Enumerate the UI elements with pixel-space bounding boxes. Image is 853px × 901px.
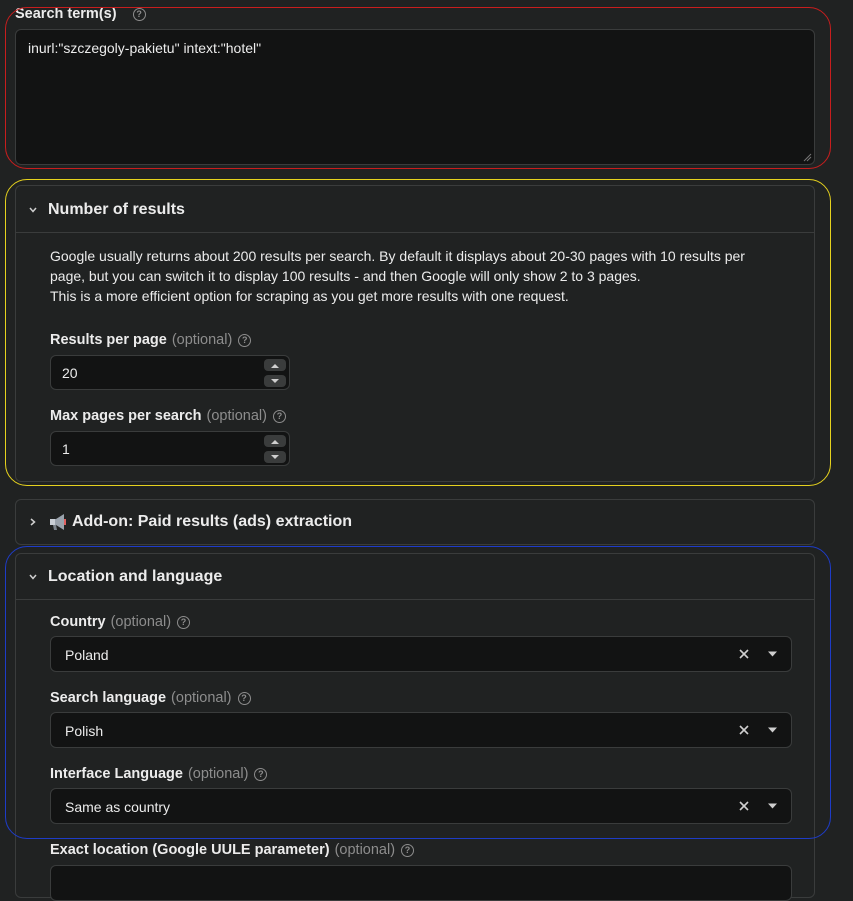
search-term-label: Search term(s) [15,6,117,22]
caret-down-icon[interactable] [768,727,777,733]
description-line: This is a more efficient option for scra… [50,288,569,304]
max-pages-value: 1 [62,441,70,457]
results-per-page-label-row: Results per page (optional)? [50,332,252,348]
interface-language-label: Interface Language [50,766,183,782]
search-term-value: inurl:"szczegoly-pakietu" intext:"hotel" [28,40,262,56]
addon-paid-results-header[interactable]: Add-on: Paid results (ads) extraction [28,513,352,531]
caret-down-icon [271,454,279,459]
increment-button[interactable] [264,435,286,447]
search-language-label-row: Search language (optional)? [50,690,251,706]
panel-divider [16,599,814,600]
optional-tag: (optional) [171,690,232,706]
interface-language-value: Same as country [65,799,171,815]
resize-handle-icon[interactable] [803,153,812,162]
clear-icon[interactable] [739,649,749,659]
description-line: page, but you can switch it to display 1… [50,268,641,284]
optional-tag: (optional) [187,766,249,782]
caret-down-icon[interactable] [768,803,777,809]
results-per-page-value: 20 [62,365,78,381]
interface-language-label-row: Interface Language (optional)? [50,766,268,782]
search-term-label-row: Search term(s) ? [15,6,146,22]
help-icon[interactable]: ? [177,615,191,629]
location-language-panel: Location and language Country (optional)?… [15,553,815,901]
country-label: Country [50,614,106,630]
search-language-select[interactable]: Polish [50,712,792,748]
max-pages-input[interactable]: 1 [50,431,290,466]
location-language-header[interactable]: Location and language [28,568,222,586]
caret-down-icon[interactable] [768,651,777,657]
country-label-row: Country (optional)? [50,614,191,630]
number-of-results-header[interactable]: Number of results [28,201,185,219]
exact-location-label: Exact location (Google UULE parameter) [50,842,330,858]
clear-icon[interactable] [739,801,749,811]
decrement-button[interactable] [264,451,286,463]
optional-tag: (optional) [110,614,172,630]
description-line: Google usually returns about 200 results… [50,248,745,264]
chevron-down-icon [29,574,37,580]
addon-paid-results-panel[interactable]: Add-on: Paid results (ads) extraction [15,499,815,545]
chevron-down-icon [29,207,37,213]
optional-tag: (optional) [334,842,396,858]
megaphone-icon [50,514,66,530]
number-of-results-panel: Number of results Google usually returns… [15,185,815,482]
help-icon[interactable]: ? [272,409,286,423]
max-pages-label-row: Max pages per search (optional)? [50,408,286,424]
help-icon[interactable]: ? [132,7,146,21]
number-of-results-description: Google usually returns about 200 results… [50,246,810,306]
clear-icon[interactable] [739,725,749,735]
optional-tag: (optional) [206,408,267,424]
help-icon[interactable]: ? [237,691,251,705]
caret-down-icon [271,378,279,383]
panel-divider [16,232,814,233]
addon-paid-results-title: Add-on: Paid results (ads) extraction [72,513,353,530]
caret-up-icon [271,439,279,444]
increment-button[interactable] [264,359,286,371]
chevron-right-icon [30,518,36,526]
help-icon[interactable]: ? [238,333,252,347]
location-language-title: Location and language [48,568,223,585]
interface-language-select[interactable]: Same as country [50,788,792,824]
decrement-button[interactable] [264,375,286,387]
results-per-page-label: Results per page [50,332,167,348]
optional-tag: (optional) [171,332,233,348]
max-pages-label: Max pages per search [50,408,202,424]
number-of-results-title: Number of results [48,201,185,218]
search-language-label: Search language [50,690,167,706]
search-language-value: Polish [65,723,104,739]
exact-location-input[interactable] [50,865,792,901]
search-term-textarea[interactable]: inurl:"szczegoly-pakietu" intext:"hotel" [15,29,815,165]
country-value: Poland [65,647,109,663]
country-select[interactable]: Poland [50,636,792,672]
caret-up-icon [271,363,279,368]
exact-location-label-row: Exact location (Google UULE parameter) (o… [50,842,415,858]
help-icon[interactable]: ? [401,843,415,857]
help-icon[interactable]: ? [254,767,268,781]
results-per-page-input[interactable]: 20 [50,355,290,390]
